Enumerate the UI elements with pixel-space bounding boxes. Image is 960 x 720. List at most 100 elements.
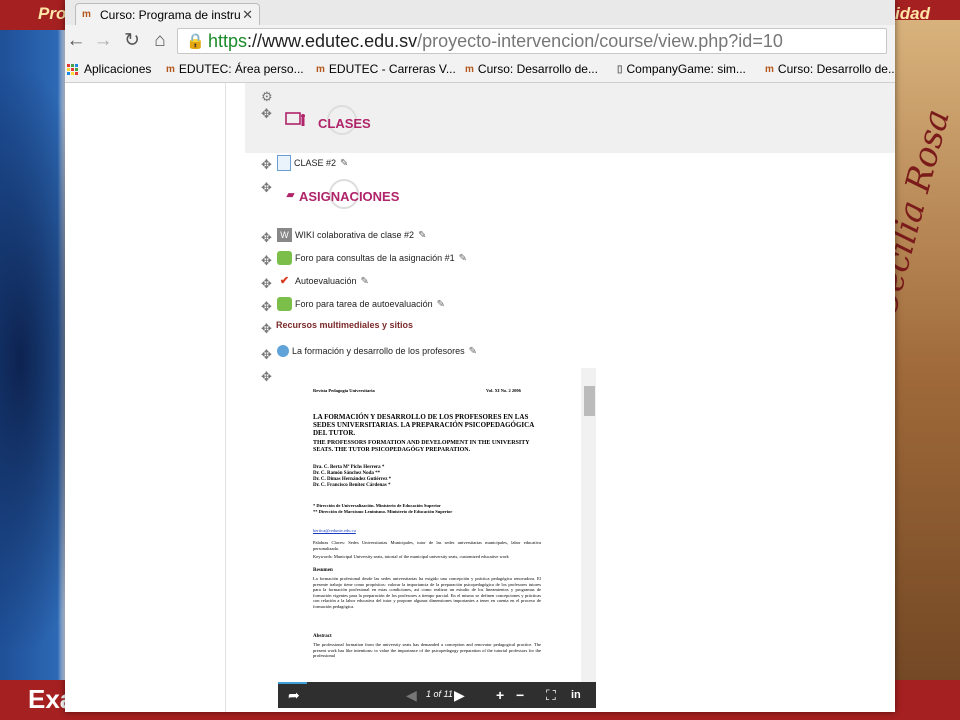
back-arrow-icon[interactable]: ← bbox=[65, 30, 87, 52]
forum-icon bbox=[277, 251, 292, 265]
doc-authors: Dra. C. Berta Mª Pichs Herrera * Dr. C. … bbox=[313, 465, 391, 489]
activity-label: CLASE #2 bbox=[294, 158, 337, 168]
bookmark-item[interactable]: ▯ CompanyGame: sim... bbox=[617, 62, 746, 76]
fullscreen-icon[interactable]: ⛶ bbox=[546, 687, 556, 704]
bookmark-apps[interactable]: Aplicaciones bbox=[67, 62, 151, 76]
resources-label: Recursos multimediales y sitios bbox=[276, 320, 414, 330]
doc-affiliations: * Dirección de Universalización. Ministe… bbox=[313, 503, 452, 515]
linkedin-icon[interactable]: in bbox=[571, 689, 581, 701]
page-indicator: 1 of 11 bbox=[426, 689, 453, 699]
bookmark-item[interactable]: m EDUTEC: Área perso... bbox=[166, 62, 304, 76]
section-title-asignaciones: ASIGNACIONES bbox=[299, 189, 400, 204]
column-divider bbox=[225, 83, 226, 712]
doc-subtitle: THE PROFESSORS FORMATION AND DEVELOPMENT… bbox=[313, 440, 530, 453]
tab-title: Curso: Programa de instru bbox=[100, 7, 241, 22]
zoom-in-icon[interactable]: + bbox=[496, 687, 504, 703]
url-host: ://www.edutec.edu.sv bbox=[247, 31, 418, 51]
document-page: Revista Pedagogía Universitaria Vol. XI … bbox=[278, 368, 581, 682]
move-icon[interactable]: ✥ bbox=[261, 180, 272, 196]
move-icon[interactable]: ✥ bbox=[261, 230, 272, 246]
pencil-icon[interactable]: ✎ bbox=[437, 299, 445, 310]
activity-formacion[interactable]: La formación y desarrollo de los profeso… bbox=[277, 345, 477, 357]
apps-icon bbox=[67, 63, 78, 75]
browser-tab[interactable]: m Curso: Programa de instru ✕ bbox=[75, 3, 260, 25]
zoom-out-icon[interactable]: − bbox=[516, 687, 524, 703]
pencil-icon[interactable]: ✎ bbox=[418, 230, 426, 241]
move-icon[interactable]: ✥ bbox=[261, 253, 272, 269]
toolbar: ← → ↻ ⌂ 🔒 https://www.edutec.edu.sv/proye… bbox=[65, 25, 895, 59]
bookmark-item[interactable]: m EDUTEC - Carreras V... bbox=[316, 62, 456, 76]
url-path: /proyecto-intervencion/course/view.php?i… bbox=[417, 31, 783, 51]
section-title-clases: CLASES bbox=[318, 116, 371, 131]
activity-label: La formación y desarrollo de los profeso… bbox=[292, 346, 465, 356]
moodle-icon: m bbox=[316, 63, 325, 75]
bookmark-item[interactable]: m Curso: Desarrollo de... bbox=[765, 62, 895, 76]
move-icon[interactable]: ✥ bbox=[261, 321, 272, 337]
prev-page-icon[interactable]: ◀ bbox=[406, 687, 417, 704]
browser-window: m Curso: Programa de instru ✕ ← → ↻ ⌂ 🔒 h… bbox=[65, 0, 895, 712]
activity-autoevaluacion[interactable]: ✔ Autoevaluación ✎ bbox=[277, 274, 369, 288]
move-icon[interactable]: ✥ bbox=[261, 157, 272, 173]
presentation-icon bbox=[285, 111, 307, 129]
activity-label: Foro para tarea de autoevaluación bbox=[295, 299, 433, 309]
doc-abstract: The professional formation from the univ… bbox=[313, 642, 541, 658]
doc-resumen-heading: Resumen bbox=[313, 568, 333, 573]
moodle-icon: m bbox=[465, 63, 474, 75]
document-progress-bar bbox=[278, 682, 307, 684]
activity-foro-consultas[interactable]: Foro para consultas de la asignación #1 … bbox=[277, 251, 467, 265]
course-page: ⚙ ✥ CLASES ✥ CLASE #2 ✎ ✥ ▰ ASIGNACIONES… bbox=[65, 83, 895, 712]
bookmarks-bar: Aplicaciones m EDUTEC: Área perso... m E… bbox=[65, 58, 895, 83]
activity-clase2[interactable]: CLASE #2 ✎ bbox=[277, 155, 348, 171]
activity-foro-autoevaluacion[interactable]: Foro para tarea de autoevaluación ✎ bbox=[277, 297, 445, 311]
moodle-icon: m bbox=[82, 8, 91, 20]
forum-icon bbox=[277, 297, 292, 311]
forward-arrow-icon[interactable]: → bbox=[92, 30, 114, 52]
folder-icon: ▰ bbox=[286, 189, 295, 201]
slide-top-title: Pro bbox=[38, 4, 67, 23]
doc-journal: Revista Pedagogía Universitaria bbox=[313, 388, 375, 393]
reload-icon[interactable]: ↻ bbox=[121, 30, 143, 52]
doc-volume: Vol. XI No. 2 2006 bbox=[486, 388, 521, 393]
lock-icon: 🔒 bbox=[186, 33, 205, 50]
doc-keywords-en: Keywords: Municipal University seats, tu… bbox=[313, 554, 509, 559]
scroll-thumb[interactable] bbox=[584, 386, 595, 416]
move-icon[interactable]: ✥ bbox=[261, 106, 272, 122]
close-icon[interactable]: ✕ bbox=[242, 7, 253, 23]
bookmark-label: Curso: Desarrollo de... bbox=[477, 62, 598, 76]
bookmark-label: EDUTEC - Carreras V... bbox=[328, 62, 456, 76]
bookmark-label: Curso: Desarrollo de... bbox=[777, 62, 895, 76]
pencil-icon[interactable]: ✎ bbox=[340, 158, 348, 169]
gear-icon[interactable]: ⚙ bbox=[261, 89, 273, 105]
home-icon[interactable]: ⌂ bbox=[149, 30, 171, 52]
bookmark-item[interactable]: m Curso: Desarrollo de... bbox=[465, 62, 598, 76]
doc-keywords-es: Palabras Claves: Sedes Universitarias Mu… bbox=[313, 540, 541, 551]
url-globe-icon bbox=[277, 345, 289, 357]
viewer-scrollbar[interactable] bbox=[581, 368, 596, 682]
share-icon[interactable]: ➦ bbox=[288, 687, 300, 704]
tab-strip: m Curso: Programa de instru ✕ bbox=[65, 0, 895, 25]
doc-title: LA FORMACIÓN Y DESARROLLO DE LOS PROFESO… bbox=[313, 413, 534, 437]
moodle-icon: m bbox=[166, 63, 175, 75]
moodle-icon: m bbox=[765, 63, 774, 75]
bookmark-label: Aplicaciones bbox=[84, 62, 152, 76]
doc-author: Dr. C. Francisco Benítez Cárdenas * bbox=[313, 483, 391, 488]
doc-resumen: La formación profesional desde las sedes… bbox=[313, 576, 541, 609]
address-bar[interactable]: 🔒 https://www.edutec.edu.sv/proyecto-inte… bbox=[177, 28, 887, 54]
pencil-icon[interactable]: ✎ bbox=[469, 346, 477, 357]
viewer-toolbar: ➦ ◀ 1 of 11 ▶ + − ⛶ in bbox=[278, 682, 596, 708]
pencil-icon[interactable]: ✎ bbox=[361, 276, 369, 287]
move-icon[interactable]: ✥ bbox=[261, 276, 272, 292]
document-viewer[interactable]: Revista Pedagogía Universitaria Vol. XI … bbox=[278, 368, 596, 708]
pencil-icon[interactable]: ✎ bbox=[459, 253, 467, 264]
bookmark-label: EDUTEC: Área perso... bbox=[178, 62, 304, 76]
next-page-icon[interactable]: ▶ bbox=[454, 687, 465, 704]
move-icon[interactable]: ✥ bbox=[261, 369, 272, 385]
bookmark-label: CompanyGame: sim... bbox=[626, 62, 746, 76]
activity-wiki[interactable]: W WIKI colaborativa de clase #2 ✎ bbox=[277, 228, 426, 242]
doc-email-link[interactable]: bertica@reduniv.edu.cu bbox=[313, 528, 356, 533]
activity-label: Autoevaluación bbox=[295, 276, 357, 286]
move-icon[interactable]: ✥ bbox=[261, 347, 272, 363]
doc-affiliation: ** Dirección de Marxismo Leninismo. Mini… bbox=[313, 509, 453, 514]
doc-abstract-heading: Abstract bbox=[313, 634, 332, 639]
move-icon[interactable]: ✥ bbox=[261, 299, 272, 315]
